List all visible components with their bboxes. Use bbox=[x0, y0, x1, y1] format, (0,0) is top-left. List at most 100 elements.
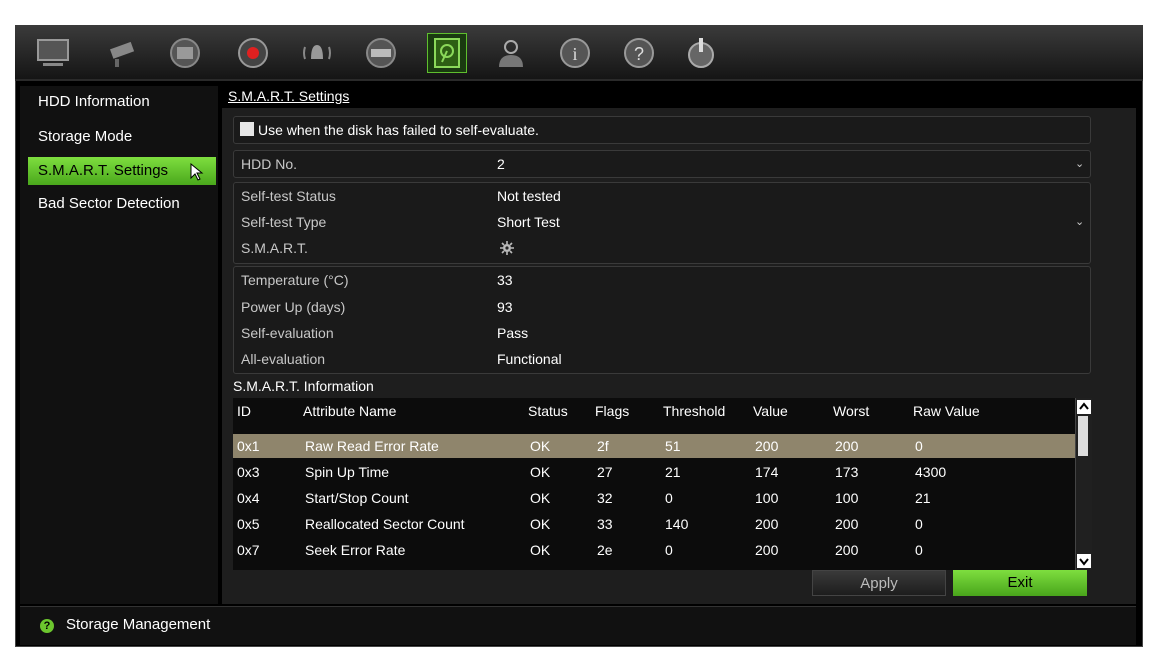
scroll-down-icon[interactable] bbox=[1077, 554, 1091, 568]
table-row[interactable]: 0x1 Raw Read Error Rate OK 2f 51 200 200… bbox=[233, 434, 1075, 458]
cell-id: 0x7 bbox=[237, 542, 260, 558]
column-header-threshold: Threshold bbox=[663, 403, 726, 419]
help-icon[interactable]: ? bbox=[619, 33, 659, 73]
cell-worst: 100 bbox=[835, 490, 859, 506]
exit-button[interactable]: Exit bbox=[953, 570, 1087, 596]
cell-threshold: 0 bbox=[665, 542, 673, 558]
cell-status: OK bbox=[530, 438, 551, 454]
chevron-down-icon: ⌄ bbox=[1075, 216, 1085, 228]
table-row[interactable]: 0x3 Spin Up Time OK 27 21 174 173 4300 bbox=[233, 460, 1075, 484]
smart-test-button[interactable] bbox=[497, 236, 521, 260]
cell-value: 200 bbox=[755, 438, 779, 454]
main-toolbar: i ? bbox=[15, 25, 1143, 81]
hdd-no-label: HDD No. bbox=[241, 156, 298, 172]
cell-worst: 200 bbox=[835, 516, 859, 532]
cell-worst: 200 bbox=[835, 438, 859, 454]
status-bar: ? Storage Management bbox=[20, 606, 1136, 645]
info-icon[interactable]: i bbox=[555, 33, 595, 73]
gear-icon bbox=[500, 241, 514, 255]
cell-value: 200 bbox=[755, 516, 779, 532]
column-header-value: Value bbox=[753, 403, 788, 419]
self-evaluation-label: Self-evaluation bbox=[241, 325, 334, 341]
sidebar-item-bad-sector-detection[interactable]: Bad Sector Detection bbox=[28, 190, 216, 218]
cell-attribute-name: Raw Read Error Rate bbox=[305, 438, 439, 454]
self-test-type-value: Short Test bbox=[497, 214, 560, 230]
cell-raw-value: 0 bbox=[915, 542, 923, 558]
cell-threshold: 140 bbox=[665, 516, 689, 532]
monitor-icon[interactable] bbox=[33, 33, 73, 73]
temperature-label: Temperature (°C) bbox=[241, 272, 349, 288]
self-test-type-select[interactable]: Short Test ⌄ bbox=[497, 210, 1087, 234]
chevron-down-icon: ⌄ bbox=[1075, 158, 1085, 170]
smart-information-table: ID Attribute Name Status Flags Threshold… bbox=[233, 398, 1075, 570]
hdd-no-select[interactable]: 2 ⌄ bbox=[497, 152, 1087, 176]
sidebar-item-smart-settings[interactable]: S.M.A.R.T. Settings bbox=[28, 157, 216, 185]
cell-attribute-name: Spin Up Time bbox=[305, 464, 390, 480]
status-text: Storage Management bbox=[66, 616, 211, 633]
cell-attribute-name: Reallocated Sector Count bbox=[305, 516, 465, 532]
alarm-icon[interactable] bbox=[297, 33, 337, 73]
storage-icon[interactable] bbox=[427, 33, 467, 73]
table-row[interactable]: 0x4 Start/Stop Count OK 32 0 100 100 21 bbox=[233, 486, 1075, 510]
user-icon[interactable] bbox=[491, 33, 531, 73]
cell-value: 100 bbox=[755, 490, 779, 506]
sidebar-item-storage-mode[interactable]: Storage Mode bbox=[28, 123, 216, 151]
record-icon[interactable] bbox=[233, 33, 273, 73]
smart-label: S.M.A.R.T. bbox=[241, 240, 308, 256]
cell-threshold: 21 bbox=[665, 464, 681, 480]
failed-evaluation-checkbox[interactable] bbox=[240, 122, 254, 136]
cell-worst: 200 bbox=[835, 542, 859, 558]
apply-button[interactable]: Apply bbox=[812, 570, 946, 596]
sidebar-item-label: S.M.A.R.T. Settings bbox=[38, 162, 169, 179]
scroll-up-icon[interactable] bbox=[1077, 400, 1091, 414]
cell-flags: 33 bbox=[597, 516, 613, 532]
column-header-flags: Flags bbox=[595, 403, 630, 419]
cell-flags: 2e bbox=[597, 542, 613, 558]
cell-raw-value: 0 bbox=[915, 438, 923, 454]
smart-information-heading: S.M.A.R.T. Information bbox=[233, 378, 374, 394]
cell-status: OK bbox=[530, 490, 551, 506]
cell-id: 0x5 bbox=[237, 516, 260, 532]
column-header-attribute-name: Attribute Name bbox=[303, 403, 397, 419]
table-scrollbar[interactable] bbox=[1075, 398, 1092, 570]
cell-status: OK bbox=[530, 464, 551, 480]
cell-raw-value: 0 bbox=[915, 516, 923, 532]
cell-value: 200 bbox=[755, 542, 779, 558]
page-title: S.M.A.R.T. Settings bbox=[228, 88, 350, 104]
cell-threshold: 51 bbox=[665, 438, 681, 454]
cell-flags: 2f bbox=[597, 438, 609, 454]
all-evaluation-label: All-evaluation bbox=[241, 351, 326, 367]
checkbox-label: Use when the disk has failed to self-eva… bbox=[258, 122, 539, 138]
hdd-no-value: 2 bbox=[497, 156, 505, 172]
power-icon[interactable] bbox=[681, 33, 721, 73]
device-icon[interactable] bbox=[361, 33, 401, 73]
cell-threshold: 0 bbox=[665, 490, 673, 506]
table-row[interactable]: 0x5 Reallocated Sector Count OK 33 140 2… bbox=[233, 512, 1075, 536]
scrollbar-thumb[interactable] bbox=[1078, 416, 1088, 456]
mouse-cursor-icon bbox=[190, 163, 204, 181]
sidebar-item-hdd-information[interactable]: HDD Information bbox=[28, 88, 216, 116]
cell-worst: 173 bbox=[835, 464, 859, 480]
cell-value: 174 bbox=[755, 464, 779, 480]
self-test-status-label: Self-test Status bbox=[241, 188, 336, 204]
evaluation-panel bbox=[233, 266, 1091, 374]
cell-flags: 32 bbox=[597, 490, 613, 506]
cell-raw-value: 4300 bbox=[915, 464, 947, 480]
svg-text:i: i bbox=[572, 44, 577, 64]
cell-status: OK bbox=[530, 542, 551, 558]
temperature-value: 33 bbox=[497, 272, 513, 288]
cell-id: 0x3 bbox=[237, 464, 260, 480]
camera-icon[interactable] bbox=[103, 33, 143, 73]
power-up-value: 93 bbox=[497, 299, 513, 315]
cell-attribute-name: Start/Stop Count bbox=[305, 490, 409, 506]
column-header-raw-value: Raw Value bbox=[913, 403, 980, 419]
cell-id: 0x4 bbox=[237, 490, 260, 506]
self-evaluation-value: Pass bbox=[497, 325, 529, 341]
self-test-status-value: Not tested bbox=[497, 188, 561, 204]
cell-status: OK bbox=[530, 516, 551, 532]
all-evaluation-value: Functional bbox=[497, 351, 562, 367]
network-icon[interactable] bbox=[165, 33, 205, 73]
cell-attribute-name: Seek Error Rate bbox=[305, 542, 406, 558]
table-row[interactable]: 0x7 Seek Error Rate OK 2e 0 200 200 0 bbox=[233, 538, 1075, 562]
sidebar: HDD Information Storage Mode S.M.A.R.T. … bbox=[20, 86, 218, 604]
